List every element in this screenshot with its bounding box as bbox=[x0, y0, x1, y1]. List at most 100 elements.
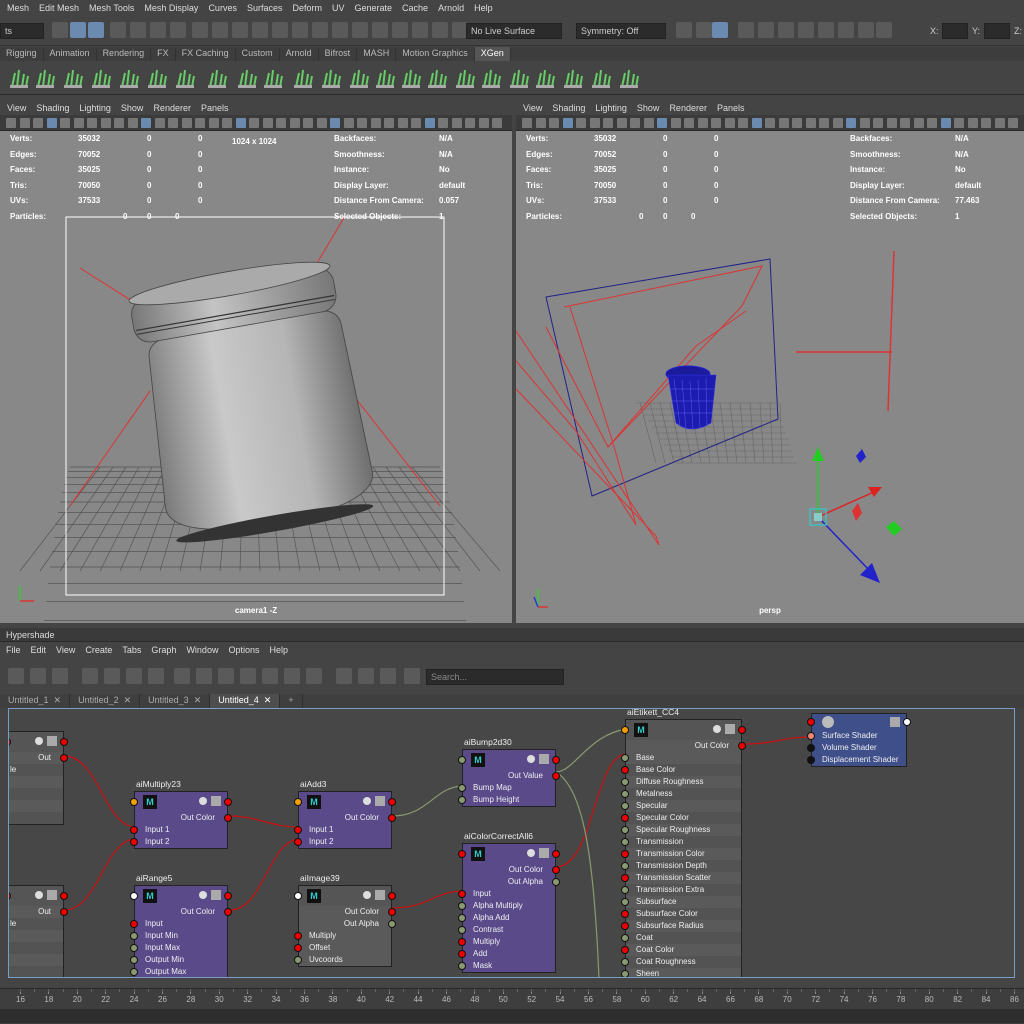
hypershade-menu-help[interactable]: Help bbox=[269, 645, 288, 655]
xgen-tool-icon[interactable] bbox=[480, 67, 502, 89]
node-mode-icon[interactable] bbox=[725, 724, 735, 734]
viewport-tool-icon[interactable] bbox=[33, 118, 43, 128]
viewport-tool-icon[interactable] bbox=[438, 118, 448, 128]
node-aiimage39[interactable]: M Out Color Out Alpha Multiply Offset Uvcoord… bbox=[294, 885, 396, 967]
close-icon[interactable]: ✕ bbox=[264, 695, 272, 707]
arnold-ipr-icon[interactable] bbox=[818, 22, 834, 38]
viewport-tool-icon[interactable] bbox=[900, 118, 910, 128]
node-search-input[interactable]: Search... bbox=[426, 669, 564, 685]
viewport-tool-icon[interactable] bbox=[384, 118, 394, 128]
port-connector[interactable] bbox=[130, 826, 138, 834]
port-connector[interactable] bbox=[621, 934, 629, 942]
node-mode-icon[interactable] bbox=[375, 796, 385, 806]
viewport-menu-show[interactable]: Show bbox=[121, 103, 144, 113]
node-row[interactable]: Out Color bbox=[9, 906, 68, 928]
viewport-tool-icon[interactable] bbox=[859, 118, 870, 128]
node-mode-icon[interactable] bbox=[211, 890, 221, 900]
port-connector[interactable] bbox=[458, 902, 466, 910]
menu-cache[interactable]: Cache bbox=[402, 3, 428, 13]
snap-grid-icon[interactable] bbox=[110, 22, 126, 38]
transform-mode-icon[interactable] bbox=[898, 22, 914, 38]
viewport-tool-icon[interactable] bbox=[127, 118, 138, 128]
viewport-tool-icon[interactable] bbox=[684, 118, 694, 128]
xgen-tool-icon[interactable] bbox=[236, 67, 258, 89]
viewport-tool-icon[interactable] bbox=[940, 118, 951, 128]
node-output-row[interactable]: Out Value bbox=[463, 770, 560, 782]
viewport-menu-lighting[interactable]: Lighting bbox=[79, 103, 111, 113]
node-input-row[interactable]: Multiply bbox=[294, 930, 391, 942]
viewport-tool-icon[interactable] bbox=[522, 118, 532, 128]
port-connector[interactable] bbox=[294, 892, 302, 900]
viewport-tool-icon[interactable] bbox=[657, 118, 667, 128]
node-input-row[interactable]: Subsurface Radius bbox=[621, 920, 741, 932]
node-row[interactable] bbox=[9, 954, 63, 966]
render-view-icon[interactable] bbox=[738, 22, 754, 38]
viewport-tool-icon[interactable] bbox=[411, 118, 421, 128]
xgen-tool-icon[interactable] bbox=[146, 67, 168, 89]
port-connector[interactable] bbox=[903, 718, 911, 726]
port-connector[interactable] bbox=[130, 956, 138, 964]
viewport-tool-icon[interactable] bbox=[913, 118, 924, 128]
hypershade-menu-options[interactable]: Options bbox=[228, 645, 259, 655]
viewport-tool-icon[interactable] bbox=[535, 118, 546, 128]
xgen-tool-icon[interactable] bbox=[508, 67, 530, 89]
node-swatch-icon[interactable] bbox=[363, 797, 371, 805]
node-input-row[interactable]: Specular Roughness bbox=[621, 824, 741, 836]
pin-icon[interactable] bbox=[380, 668, 396, 684]
node-input-row[interactable]: Volume Shader bbox=[807, 742, 906, 754]
viewport-tool-icon[interactable] bbox=[1008, 118, 1018, 128]
node-row[interactable]: le bbox=[9, 918, 63, 930]
node-input-row[interactable]: Input Min bbox=[130, 930, 227, 942]
node-swatch-icon[interactable] bbox=[527, 849, 535, 857]
port-connector[interactable] bbox=[807, 756, 815, 764]
viewport-tool-icon[interactable] bbox=[792, 118, 802, 128]
node-input-row[interactable]: Alpha Add bbox=[458, 912, 555, 924]
viewport-tool-icon[interactable] bbox=[195, 118, 205, 128]
port-connector[interactable] bbox=[60, 892, 68, 900]
menu-generate[interactable]: Generate bbox=[355, 3, 393, 13]
history-icon[interactable] bbox=[212, 22, 228, 38]
port-connector[interactable] bbox=[9, 892, 11, 900]
port-connector[interactable] bbox=[130, 968, 138, 976]
node-row[interactable] bbox=[9, 966, 63, 977]
node-input-row[interactable]: Offset bbox=[294, 942, 391, 954]
arnold-rv-icon[interactable] bbox=[838, 22, 854, 38]
port-connector[interactable] bbox=[458, 950, 466, 958]
viewport-tool-icon[interactable] bbox=[927, 118, 937, 128]
port-connector[interactable] bbox=[224, 798, 232, 806]
port-connector[interactable] bbox=[621, 778, 629, 786]
menu-help[interactable]: Help bbox=[474, 3, 493, 13]
viewport-tool-icon[interactable] bbox=[751, 118, 762, 128]
node-mode-icon[interactable] bbox=[375, 890, 385, 900]
port-connector[interactable] bbox=[388, 814, 396, 822]
xgen-tool-icon[interactable] bbox=[262, 67, 284, 89]
port-connector[interactable] bbox=[621, 850, 629, 858]
sort-icon[interactable] bbox=[404, 668, 420, 684]
port-connector[interactable] bbox=[552, 866, 560, 874]
time-slider[interactable]: 16 18 20 22 24 26 28 30 32 34 36 38 40 42 44 46 48 50 52 54… bbox=[0, 988, 1024, 1024]
menu-deform[interactable]: Deform bbox=[292, 3, 322, 13]
node-airange5[interactable]: M Out Color Input Input Min Input Max Output … bbox=[130, 885, 232, 977]
viewport-tool-icon[interactable] bbox=[262, 118, 273, 128]
node-input-row[interactable]: Uvcoords bbox=[294, 954, 391, 966]
y-field[interactable] bbox=[984, 23, 1010, 39]
port-connector[interactable] bbox=[130, 892, 138, 900]
node-input-row[interactable]: Transmission Scatter bbox=[621, 872, 741, 884]
flash-icon[interactable] bbox=[392, 22, 408, 38]
viewport-tool-icon[interactable] bbox=[954, 118, 964, 128]
port-connector[interactable] bbox=[621, 910, 629, 918]
node-input-row[interactable]: Coat Roughness bbox=[621, 956, 741, 968]
viewport-tool-icon[interactable] bbox=[343, 118, 354, 128]
node-swatch-icon[interactable] bbox=[363, 891, 371, 899]
port-connector[interactable] bbox=[60, 908, 68, 916]
viewport-tool-icon[interactable] bbox=[370, 118, 381, 128]
shelf-tab-rigging[interactable]: Rigging bbox=[0, 47, 44, 61]
xgen-tool-icon[interactable] bbox=[454, 67, 476, 89]
xgen-tool-icon[interactable] bbox=[118, 67, 140, 89]
node-output-row[interactable]: Out Alpha bbox=[299, 918, 396, 930]
menu-edit-mesh[interactable]: Edit Mesh bbox=[39, 3, 79, 13]
frame-all-icon[interactable] bbox=[174, 668, 190, 684]
viewport-tool-icon[interactable] bbox=[967, 118, 978, 128]
node-input-row[interactable]: Diffuse Roughness bbox=[621, 776, 741, 788]
shelf-tab-animation[interactable]: Animation bbox=[44, 47, 97, 61]
